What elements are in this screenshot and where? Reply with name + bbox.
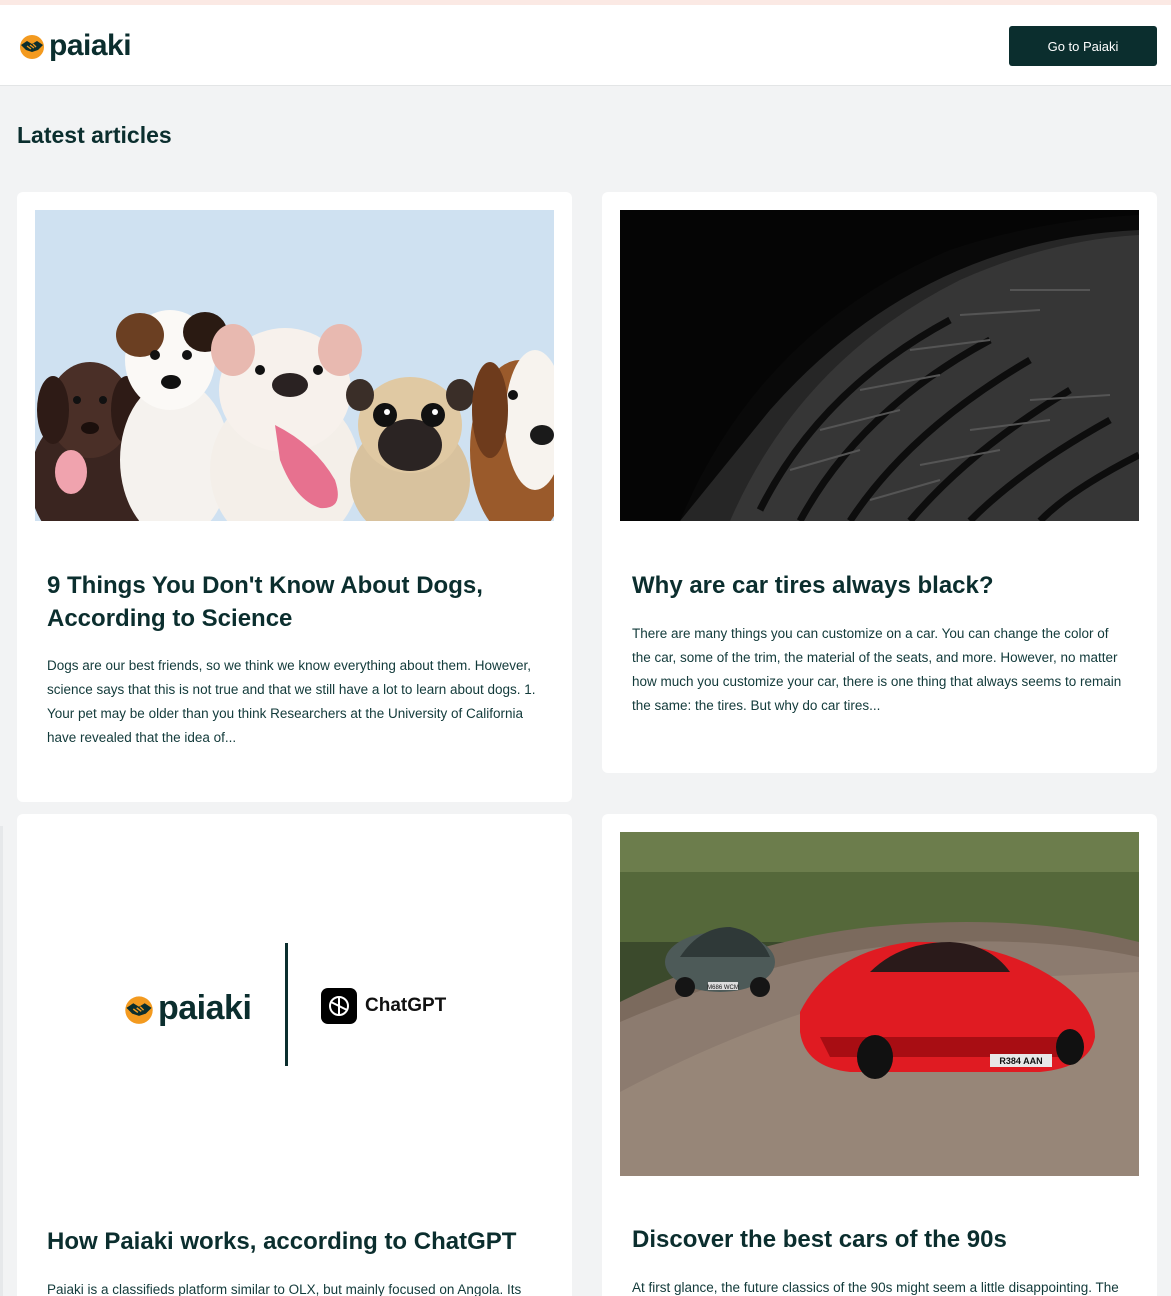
article-card-90s-cars[interactable]: M686 WCM R384 AAN Discover the best cars…	[602, 814, 1157, 1296]
article-title[interactable]: Discover the best cars of the 90s	[632, 1223, 1127, 1256]
article-title[interactable]: How Paiaki works, according to ChatGPT	[47, 1225, 542, 1258]
article-card-tires[interactable]: Why are car tires always black? There ar…	[602, 192, 1157, 773]
logo-divider	[285, 943, 288, 1066]
handshake-logo-icon	[20, 35, 44, 59]
site-header: paiaki Go to Paiaki	[0, 5, 1171, 86]
article-image-paiaki-chatgpt: paiaki ChatGPT	[35, 832, 554, 1176]
article-image-puppies	[35, 210, 554, 521]
article-title[interactable]: Why are car tires always black?	[632, 569, 1127, 602]
article-image-sports-cars: M686 WCM R384 AAN	[620, 832, 1139, 1176]
article-excerpt: There are many things you can customize …	[632, 626, 1122, 713]
site-logo-text: paiaki	[49, 29, 132, 62]
left-edge-divider	[0, 826, 3, 1296]
article-card-dogs[interactable]: 9 Things You Don't Know About Dogs, Acco…	[17, 192, 572, 802]
ferrari-plate: R384 AAN	[999, 1056, 1042, 1066]
image-chatgpt-text: ChatGPT	[365, 995, 447, 1016]
article-card-chatgpt[interactable]: paiaki ChatGPT How Paiaki works, accordi…	[17, 814, 572, 1296]
article-excerpt: Paiaki is a classifieds platform similar…	[47, 1282, 522, 1296]
page-title: Latest articles	[17, 122, 172, 148]
image-chatgpt-logo: ChatGPT	[321, 988, 446, 1024]
article-title[interactable]: 9 Things You Don't Know About Dogs, Acco…	[47, 569, 542, 635]
article-image-car-tire	[620, 210, 1139, 521]
image-paiaki-logo: paiaki	[123, 989, 252, 1028]
go-to-paiaki-button[interactable]: Go to Paiaki	[1009, 26, 1157, 66]
article-excerpt: At first glance, the future classics of …	[632, 1280, 1119, 1295]
chatgpt-logo-icon	[321, 988, 357, 1024]
article-excerpt: Dogs are our best friends, so we think w…	[47, 658, 536, 745]
handshake-logo-icon	[125, 995, 153, 1024]
site-logo[interactable]: paiaki	[18, 29, 132, 63]
porsche-plate: M686 WCM	[707, 985, 739, 991]
image-paiaki-text: paiaki	[158, 989, 252, 1027]
